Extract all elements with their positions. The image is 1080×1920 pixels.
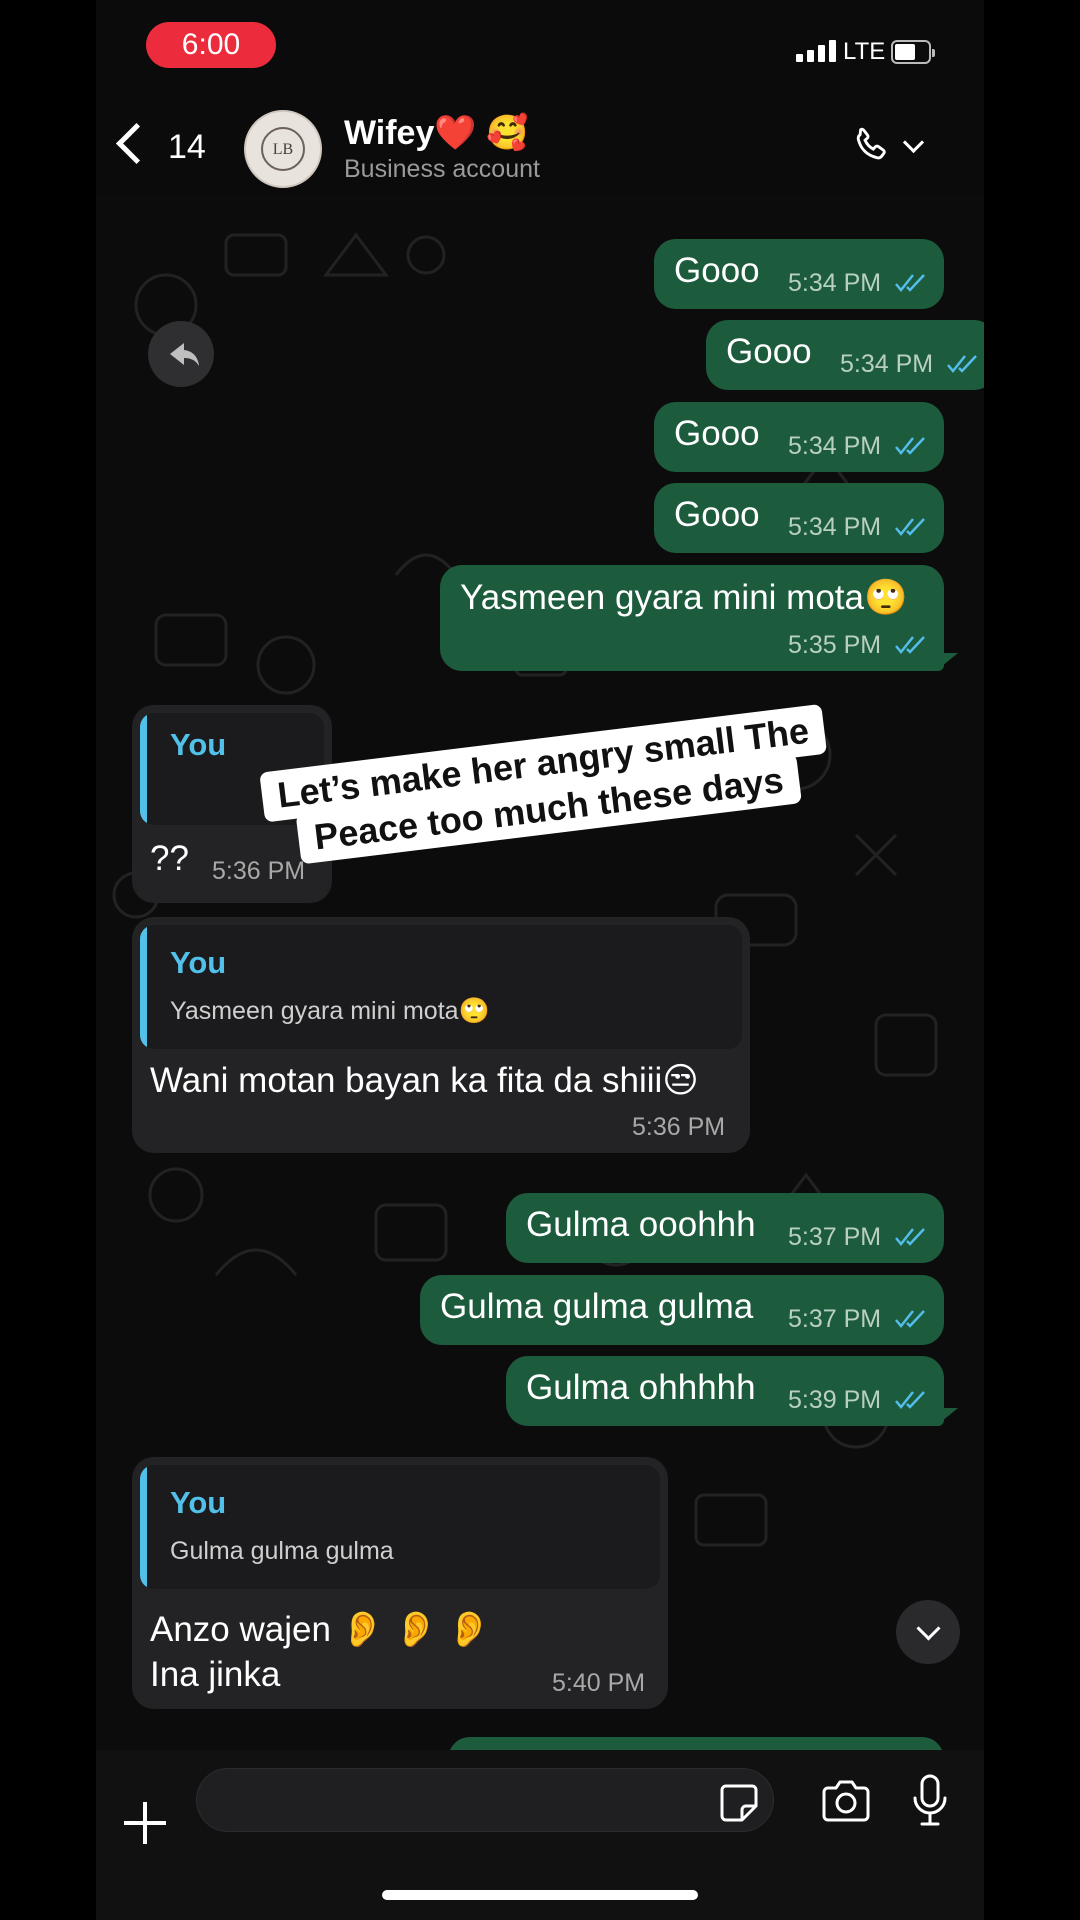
read-receipt-icon: [895, 636, 925, 654]
read-receipt-icon: [895, 1391, 925, 1409]
message-outgoing[interactable]: Gooo 5:34 PM: [654, 402, 944, 472]
read-receipt-icon: [895, 437, 925, 455]
battery-icon: [891, 40, 935, 64]
network-label: LTE: [843, 38, 886, 65]
message-outgoing[interactable]: Gooo 5:34 PM: [706, 320, 984, 390]
chevron-left-icon: [115, 122, 158, 165]
read-receipt-icon: [947, 355, 977, 373]
read-receipt-icon: [895, 1310, 925, 1328]
avatar[interactable]: LB: [244, 110, 322, 188]
plus-icon[interactable]: [124, 1802, 166, 1844]
message-outgoing[interactable]: Gooo 5:34 PM: [654, 239, 944, 309]
quoted-message[interactable]: You Gulma gulma gulma: [140, 1465, 660, 1589]
message-incoming[interactable]: You Gulma gulma gulma Anzo wajen 👂 👂 👂 I…: [132, 1457, 668, 1709]
home-indicator[interactable]: [382, 1890, 698, 1900]
phone-screen: 6:00 LTE 14 LB Wifey❤️ 🥰 Business accoun…: [96, 0, 984, 1920]
phone-call-icon[interactable]: [848, 123, 894, 169]
sticker-icon[interactable]: [718, 1782, 760, 1824]
message-incoming[interactable]: You Yasmeen gyara mini mota🙄 Wani motan …: [132, 917, 750, 1153]
message-outgoing[interactable]: [448, 1737, 944, 1750]
contact-name[interactable]: Wifey❤️ 🥰: [344, 113, 529, 153]
message-outgoing[interactable]: Gulma gulma gulma 5:37 PM: [420, 1275, 944, 1345]
contact-subtitle: Business account: [344, 155, 540, 183]
quoted-message[interactable]: You Yasmeen gyara mini mota🙄: [140, 925, 742, 1049]
unread-count: 14: [168, 128, 206, 166]
message-outgoing[interactable]: Gulma ohhhhh 5:39 PM: [506, 1356, 944, 1426]
back-button[interactable]: 14: [106, 115, 226, 175]
scroll-to-bottom-button[interactable]: [896, 1600, 960, 1664]
read-receipt-icon: [895, 1228, 925, 1246]
message-outgoing[interactable]: Yasmeen gyara mini mota🙄 5:35 PM: [440, 565, 944, 671]
microphone-icon[interactable]: [911, 1774, 949, 1828]
message-outgoing[interactable]: Gooo 5:34 PM: [654, 483, 944, 553]
read-receipt-icon: [895, 274, 925, 292]
chevron-down-icon[interactable]: [902, 131, 925, 154]
reply-swipe-icon[interactable]: [148, 321, 214, 387]
chat-area[interactable]: Gooo 5:34 PM Gooo 5:34 PM Gooo 5:34 PM G…: [96, 195, 984, 1750]
chevron-down-icon: [916, 1616, 941, 1641]
read-receipt-icon: [895, 518, 925, 536]
message-input[interactable]: [196, 1768, 774, 1832]
message-outgoing[interactable]: Gulma ooohhh 5:37 PM: [506, 1193, 944, 1263]
camera-icon[interactable]: [820, 1778, 872, 1824]
chat-header: 14 LB Wifey❤️ 🥰 Business account: [96, 95, 984, 195]
signal-icon: [796, 40, 836, 62]
status-time: 6:00: [146, 22, 276, 68]
